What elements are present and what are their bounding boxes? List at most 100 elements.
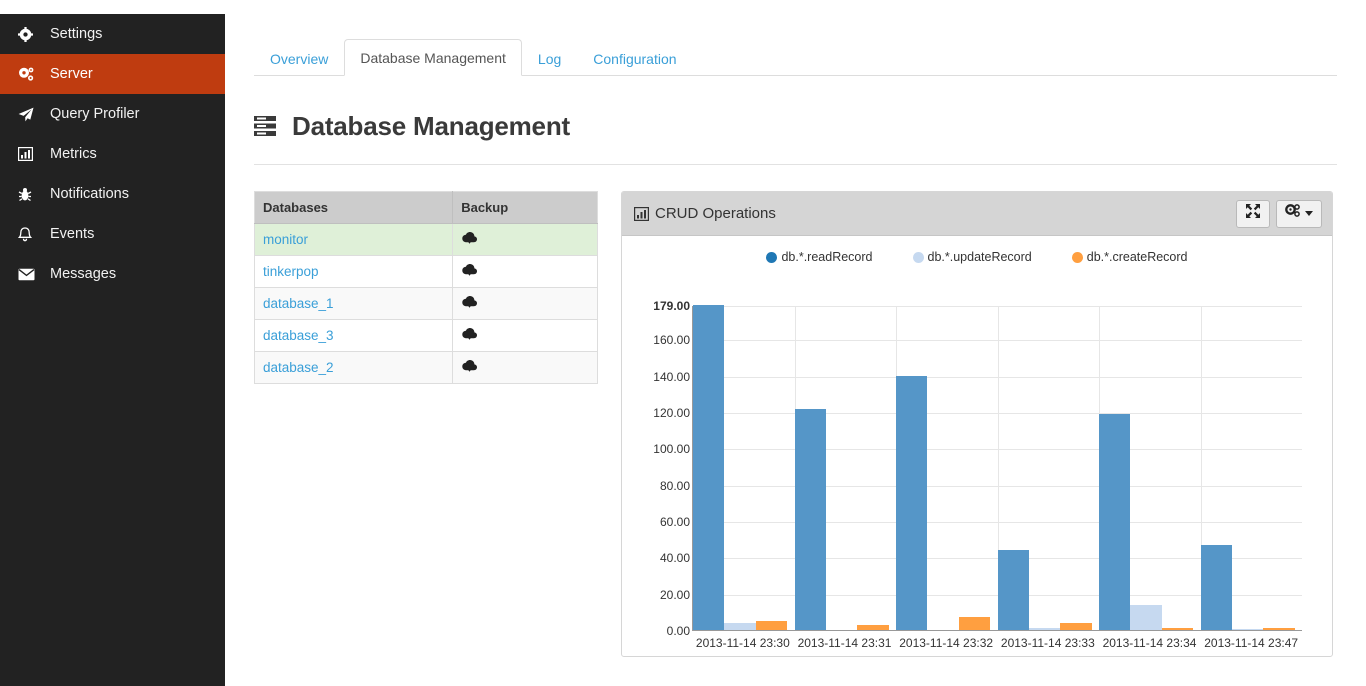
paper-plane-icon (18, 107, 42, 122)
cloud-download-icon[interactable] (461, 328, 478, 344)
bar[interactable] (857, 624, 889, 630)
chart-plot: 0.00 20.00 40.00 60.00 80.00 100.00 120.00 140.… (622, 236, 1332, 656)
bar[interactable] (997, 550, 1029, 630)
y-axis-tick-label: 80.00 (659, 478, 690, 493)
bar[interactable] (1200, 544, 1232, 630)
y-axis: 0.00 20.00 40.00 60.00 80.00 100.00 120.00 140.… (632, 299, 690, 638)
bar-group (1200, 306, 1303, 630)
y-axis-tick-label: 20.00 (659, 587, 690, 602)
title-divider (254, 164, 1337, 165)
database-link[interactable]: tinkerpop (263, 264, 319, 279)
bar[interactable] (896, 375, 928, 630)
expand-arrows-icon (1246, 204, 1260, 223)
x-axis-tick-label: 2013-11-14 23:34 (1102, 636, 1197, 650)
bar[interactable] (755, 620, 788, 630)
lower-section: Databases Backup monitor tinkerpop databas… (254, 191, 1364, 657)
sidebar-item-settings[interactable]: Settings (0, 14, 225, 54)
sidebar: Settings Server Query Profiler Metrics Notif… (0, 14, 225, 686)
gear-icon (18, 26, 42, 42)
expand-button[interactable] (1236, 199, 1270, 228)
bar-group (794, 306, 897, 630)
chevron-down-icon (1305, 211, 1313, 216)
database-name-cell: monitor (254, 223, 454, 256)
bar-group (896, 306, 998, 630)
database-name-cell: database_1 (254, 287, 454, 320)
database-name-cell: database_2 (254, 351, 454, 384)
cloud-download-icon[interactable] (461, 296, 478, 312)
sidebar-item-metrics[interactable]: Metrics (0, 134, 225, 174)
table-row[interactable]: monitor (254, 223, 598, 256)
bar[interactable] (693, 305, 725, 630)
column-header-backup: Backup (452, 191, 598, 224)
bar-chart-icon (634, 206, 649, 221)
databases-panel: Databases Backup monitor tinkerpop databas… (254, 191, 598, 657)
panel-settings-dropdown[interactable] (1276, 199, 1322, 228)
y-axis-tick-label: 40.00 (659, 551, 690, 566)
backup-cell (452, 319, 598, 352)
y-axis-tick-label: 60.00 (659, 515, 690, 530)
main-content: Overview Database Management Log Configurat… (225, 0, 1366, 686)
bar[interactable] (1231, 628, 1264, 630)
bar-group (1099, 306, 1201, 630)
sidebar-item-label: Notifications (50, 186, 129, 202)
app-root: Settings Server Query Profiler Metrics Notif… (0, 0, 1366, 686)
cloud-download-icon[interactable] (461, 264, 478, 280)
sidebar-item-events[interactable]: Events (0, 214, 225, 254)
database-name-cell: tinkerpop (254, 255, 454, 288)
cloud-download-icon[interactable] (461, 360, 478, 376)
bar[interactable] (724, 622, 756, 630)
backup-cell (452, 223, 598, 256)
sidebar-item-label: Settings (50, 26, 103, 42)
panel-title: CRUD Operations (634, 205, 776, 222)
column-header-databases: Databases (254, 191, 454, 224)
database-link[interactable]: monitor (263, 232, 308, 247)
sidebar-item-label: Metrics (50, 146, 97, 162)
backup-cell (452, 287, 598, 320)
x-axis-tick-label: 2013-11-14 23:47 (1204, 636, 1299, 650)
x-axis-tick-label: 2013-11-14 23:30 (695, 636, 790, 650)
tab-database-management[interactable]: Database Management (344, 39, 522, 76)
bar[interactable] (1161, 628, 1194, 630)
cloud-download-icon[interactable] (461, 232, 478, 248)
x-axis-tick-label: 2013-11-14 23:33 (1000, 636, 1095, 650)
table-row[interactable]: tinkerpop (254, 255, 598, 288)
sidebar-item-messages[interactable]: Messages (0, 254, 225, 294)
database-link[interactable]: database_2 (263, 360, 334, 375)
tab-overview[interactable]: Overview (254, 40, 344, 76)
tab-log[interactable]: Log (522, 40, 577, 76)
panel-actions (1236, 199, 1322, 228)
table-row[interactable]: database_2 (254, 351, 598, 384)
bar[interactable] (1130, 604, 1162, 630)
bug-icon (18, 187, 42, 202)
y-axis-tick-label: 120.00 (653, 406, 690, 421)
y-axis-tick-label: 100.00 (653, 442, 690, 457)
sidebar-item-label: Query Profiler (50, 106, 140, 122)
table-row[interactable]: database_1 (254, 287, 598, 320)
content-column: Overview Database Management Log Configurat… (254, 0, 1364, 657)
backup-cell (452, 351, 598, 384)
plot-area (692, 305, 1303, 631)
bar[interactable] (1028, 628, 1061, 630)
bar-chart-icon (18, 147, 42, 161)
sidebar-item-server[interactable]: Server (0, 54, 225, 94)
y-axis-tick-label: 0.00 (666, 624, 690, 638)
bar[interactable] (1060, 622, 1092, 630)
database-link[interactable]: database_1 (263, 296, 334, 311)
y-axis-tick-label: 140.00 (653, 369, 690, 384)
x-axis: 2013-11-14 23:30 2013-11-14 23:31 2013-11-… (692, 636, 1302, 656)
bar[interactable] (794, 408, 826, 630)
databases-table: Databases Backup monitor tinkerpop databas… (254, 191, 598, 384)
sidebar-item-label: Events (50, 226, 95, 242)
database-name-cell: database_3 (254, 319, 454, 352)
bar[interactable] (1263, 628, 1295, 630)
sidebar-item-notifications[interactable]: Notifications (0, 174, 225, 214)
tab-configuration[interactable]: Configuration (577, 40, 692, 76)
database-link[interactable]: database_3 (263, 328, 334, 343)
sidebar-item-label: Server (50, 66, 93, 82)
table-row[interactable]: database_3 (254, 319, 598, 352)
table-header-row: Databases Backup (254, 191, 598, 224)
sidebar-item-query-profiler[interactable]: Query Profiler (0, 94, 225, 134)
bar[interactable] (958, 617, 991, 630)
bar[interactable] (1099, 413, 1131, 630)
bar-group (997, 306, 1100, 630)
